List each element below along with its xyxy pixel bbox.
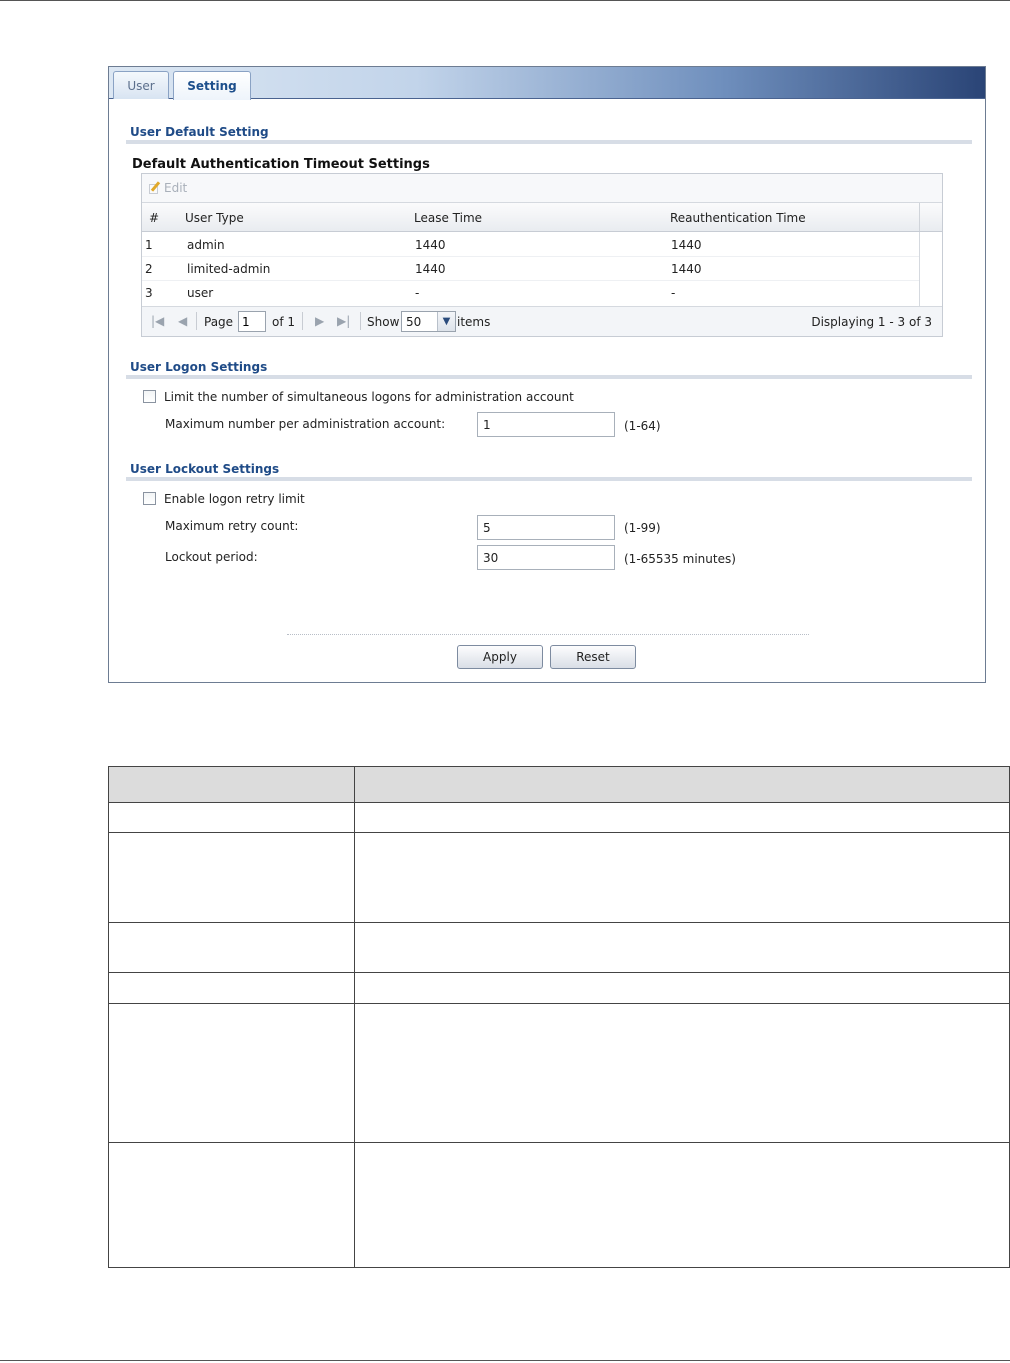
cell-num: 3 <box>145 286 153 300</box>
row-divider <box>109 1142 1009 1143</box>
row-divider <box>109 832 1009 833</box>
table-row[interactable]: 2 limited-admin 1440 1440 <box>142 257 919 281</box>
cell-lease-time: - <box>415 286 420 300</box>
row-divider <box>109 1003 1009 1004</box>
section-divider <box>126 477 972 481</box>
pager-divider <box>360 312 361 330</box>
pager-divider <box>302 312 303 330</box>
user-default-setting-title: User Default Setting <box>130 125 269 139</box>
max-retry-count-input[interactable] <box>477 515 615 540</box>
max-per-admin-range: (1-64) <box>624 419 661 433</box>
timeout-settings-title: Default Authentication Timeout Settings <box>132 157 430 172</box>
top-rule <box>0 0 1010 1</box>
lockout-period-label: Lockout period: <box>165 550 258 564</box>
table-header: # User Type Lease Time Reauthentication … <box>142 203 942 232</box>
chevron-down-icon[interactable]: ▼ <box>437 312 455 331</box>
pager-divider <box>196 312 197 330</box>
edit-button[interactable]: Edit <box>149 181 187 195</box>
cell-reauth-time: 1440 <box>671 262 702 276</box>
page-number-input[interactable] <box>238 311 266 332</box>
cell-user-type: user <box>187 286 214 300</box>
first-page-icon[interactable]: |◀ <box>151 314 164 328</box>
timeout-table: Edit # User Type Lease Time Reauthentica… <box>141 173 943 337</box>
lockout-period-range: (1-65535 minutes) <box>624 552 736 566</box>
max-per-admin-input[interactable] <box>477 412 615 437</box>
cell-lease-time: 1440 <box>415 238 446 252</box>
max-per-admin-label: Maximum number per administration accoun… <box>165 417 446 431</box>
pagination-bar: |◀ ◀ Page of 1 ▶ ▶| Show 50 ▼ items Disp… <box>142 306 942 336</box>
tab-user[interactable]: User <box>113 71 169 99</box>
table-header <box>109 767 1009 803</box>
tab-bar: User Setting <box>109 67 985 100</box>
table-scrollbar[interactable] <box>919 232 942 306</box>
cell-num: 1 <box>145 238 153 252</box>
edit-label: Edit <box>164 181 188 195</box>
enable-retry-limit-checkbox[interactable] <box>143 492 156 505</box>
max-retry-count-label: Maximum retry count: <box>165 519 299 533</box>
displaying-count: Displaying 1 - 3 of 3 <box>811 315 932 329</box>
lockout-period-input[interactable] <box>477 545 615 570</box>
section-divider <box>126 375 972 379</box>
page-of-label: of 1 <box>272 315 296 329</box>
items-per-page-select[interactable]: 50 ▼ <box>401 311 456 332</box>
tab-setting[interactable]: Setting <box>173 71 251 100</box>
bottom-rule <box>0 1360 1010 1361</box>
cell-user-type: limited-admin <box>187 262 271 276</box>
column-divider <box>354 767 355 1267</box>
field-description-table <box>108 766 1010 1268</box>
col-header-num[interactable]: # <box>149 211 159 225</box>
cell-reauth-time: - <box>671 286 676 300</box>
items-label: items <box>457 315 491 329</box>
enable-retry-limit-label: Enable logon retry limit <box>164 492 305 506</box>
page-label: Page <box>204 315 234 329</box>
button-divider <box>287 634 809 635</box>
row-divider <box>109 922 1009 923</box>
col-header-reauth-time[interactable]: Reauthentication Time <box>670 211 806 225</box>
cell-user-type: admin <box>187 238 225 252</box>
column-separator <box>919 203 920 231</box>
table-row[interactable]: 3 user - - <box>142 281 919 305</box>
items-per-page-value: 50 <box>406 315 422 329</box>
cell-num: 2 <box>145 262 153 276</box>
row-divider <box>109 972 1009 973</box>
user-settings-panel: User Setting User Default Setting Defaul… <box>108 66 986 683</box>
cell-lease-time: 1440 <box>415 262 446 276</box>
last-page-icon[interactable]: ▶| <box>337 314 350 328</box>
max-retry-count-range: (1-99) <box>624 521 661 535</box>
section-divider <box>126 140 972 144</box>
reset-button[interactable]: Reset <box>550 645 636 669</box>
table-row[interactable]: 1 admin 1440 1440 <box>142 233 919 257</box>
user-lockout-settings-title: User Lockout Settings <box>130 462 280 476</box>
col-header-user-type[interactable]: User Type <box>185 211 244 225</box>
apply-button[interactable]: Apply <box>457 645 543 669</box>
next-page-icon[interactable]: ▶ <box>315 314 324 328</box>
cell-reauth-time: 1440 <box>671 238 702 252</box>
limit-logons-checkbox[interactable] <box>143 390 156 403</box>
prev-page-icon[interactable]: ◀ <box>178 314 187 328</box>
user-logon-settings-title: User Logon Settings <box>130 360 268 374</box>
edit-icon <box>149 181 161 194</box>
limit-logons-label: Limit the number of simultaneous logons … <box>164 390 574 404</box>
show-label: Show <box>367 315 400 329</box>
col-header-lease-time[interactable]: Lease Time <box>414 211 482 225</box>
table-toolbar: Edit <box>142 174 942 203</box>
